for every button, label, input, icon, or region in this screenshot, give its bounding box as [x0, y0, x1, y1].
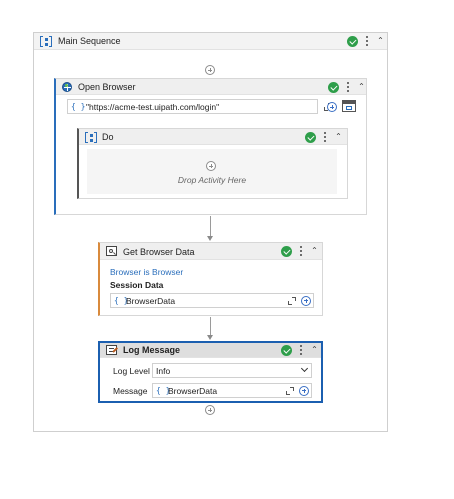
drop-zone[interactable]: Drop Activity Here: [87, 149, 337, 194]
browser-target-icon[interactable]: [342, 100, 356, 112]
chevron-double-up-icon[interactable]: ⌃: [310, 246, 319, 256]
sequence-icon: [85, 132, 97, 143]
check-circle-icon: [305, 132, 316, 143]
chevron-double-up-icon[interactable]: ⌃: [357, 82, 366, 92]
chevron-down-icon[interactable]: [300, 364, 309, 373]
browser-link[interactable]: Browser is Browser: [110, 267, 183, 277]
log-message-icon: [106, 345, 118, 355]
add-circle-icon[interactable]: [299, 385, 309, 396]
url-input[interactable]: { } "https://acme-test.uipath.com/login": [67, 99, 332, 114]
connector-arrow: [206, 236, 213, 241]
log-level-label: Log Level: [113, 366, 150, 376]
get-browser-data-title: Get Browser Data: [123, 247, 195, 257]
main-sequence-header[interactable]: Main Sequence ⌃: [34, 33, 387, 50]
log-message-activity[interactable]: Log Message ⌃ Log Level Info Message { }…: [98, 341, 323, 403]
open-browser-title: Open Browser: [78, 82, 136, 92]
chevron-double-up-icon[interactable]: ⌃: [334, 132, 343, 142]
connector-line: [210, 216, 211, 237]
connector-line: [210, 317, 211, 336]
log-level-value: Info: [156, 366, 171, 376]
braces-icon: { }: [71, 102, 86, 111]
connector-arrow: [206, 335, 213, 340]
add-circle-icon[interactable]: [301, 295, 311, 306]
do-block-header[interactable]: Do ⌃: [79, 129, 347, 145]
more-vertical-icon[interactable]: [365, 36, 369, 47]
log-message-title: Log Message: [123, 345, 181, 355]
check-circle-icon: [281, 246, 292, 257]
session-data-label: Session Data: [110, 280, 164, 290]
browser-data-icon: [106, 246, 117, 256]
open-browser-header[interactable]: Open Browser ⌃: [56, 79, 366, 95]
url-value: "https://acme-test.uipath.com/login": [86, 102, 220, 112]
session-data-value: BrowserData: [126, 296, 176, 306]
more-vertical-icon[interactable]: [346, 82, 350, 93]
more-vertical-icon[interactable]: [323, 132, 327, 143]
add-circle-icon[interactable]: [327, 102, 337, 112]
expand-icon[interactable]: [288, 297, 296, 305]
check-circle-icon: [281, 345, 292, 356]
log-message-header[interactable]: Log Message ⌃: [100, 343, 321, 358]
check-circle-icon: [347, 36, 358, 47]
get-browser-data-header[interactable]: Get Browser Data ⌃: [100, 243, 322, 260]
globe-icon: [62, 82, 72, 92]
open-browser-activity[interactable]: Open Browser ⌃ { } "https://acme-test.ui…: [54, 78, 367, 215]
more-vertical-icon[interactable]: [299, 345, 303, 356]
get-browser-data-activity[interactable]: Get Browser Data ⌃ Browser is Browser Se…: [98, 242, 323, 316]
add-circle-icon[interactable]: [205, 405, 215, 415]
session-data-input[interactable]: { } BrowserData: [110, 293, 314, 308]
message-input[interactable]: { } BrowserData: [152, 383, 312, 398]
do-block-title: Do: [102, 132, 114, 142]
chevron-double-up-icon[interactable]: ⌃: [376, 36, 385, 46]
message-label: Message: [113, 386, 148, 396]
drop-activity-text: Drop Activity Here: [177, 175, 247, 185]
message-value: BrowserData: [168, 386, 218, 396]
add-circle-icon[interactable]: [206, 161, 216, 171]
sequence-icon: [40, 36, 52, 47]
add-circle-icon[interactable]: [205, 65, 215, 75]
check-circle-icon: [328, 82, 339, 93]
chevron-double-up-icon[interactable]: ⌃: [310, 345, 319, 355]
log-level-select[interactable]: Info: [152, 363, 312, 378]
main-sequence-title: Main Sequence: [58, 36, 121, 46]
more-vertical-icon[interactable]: [299, 246, 303, 257]
expand-icon[interactable]: [286, 387, 294, 395]
do-block[interactable]: Do ⌃ Drop Activity Here: [77, 128, 348, 199]
